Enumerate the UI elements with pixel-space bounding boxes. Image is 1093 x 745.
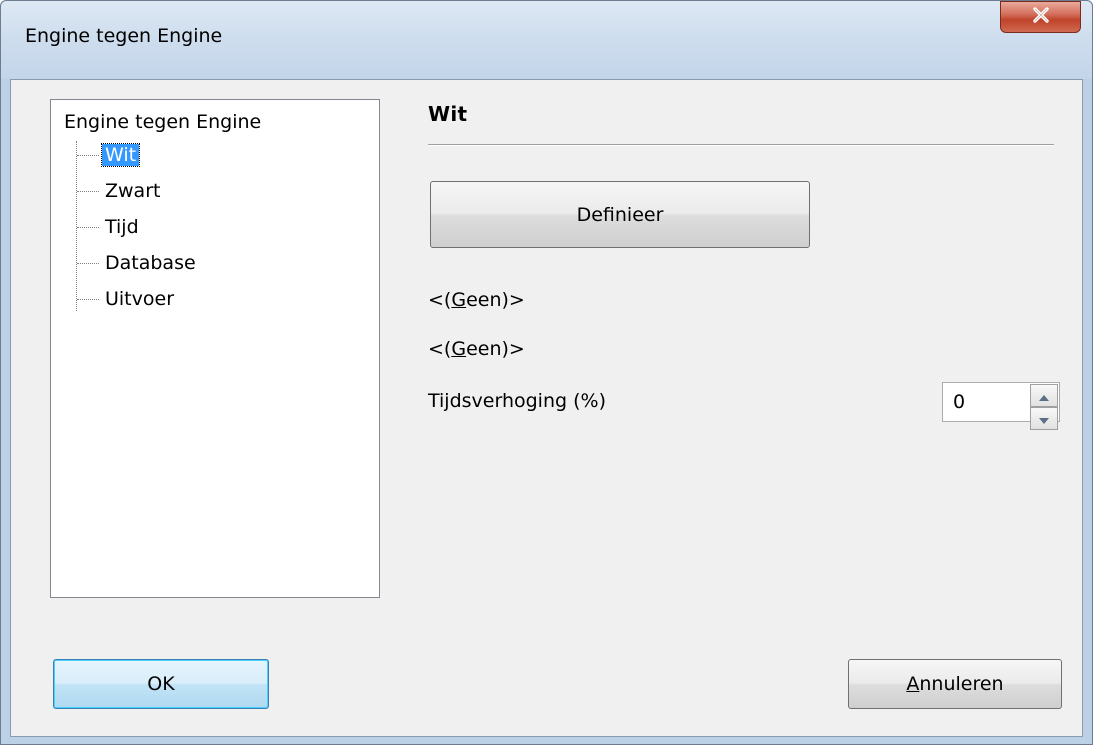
tree-item-tijd[interactable]: Tijd <box>102 213 142 241</box>
tree-connector <box>77 263 99 264</box>
tree-item-label: Tijd <box>105 216 139 238</box>
cancel-button[interactable]: Annuleren <box>848 659 1062 709</box>
tree-connector <box>76 141 77 311</box>
engine-book-label: <(Geen)> <box>428 338 525 360</box>
cancel-button-label: Annuleren <box>906 673 1003 695</box>
tree-item-database[interactable]: Database <box>102 249 199 277</box>
tree-item-wit[interactable]: Wit <box>100 141 141 169</box>
dialog-client-area: Engine tegen Engine Wit Zwart Tijd Datab… <box>10 79 1083 737</box>
arrow-up-icon <box>1039 385 1049 406</box>
tree-connector <box>77 227 99 228</box>
spinner-buttons <box>1030 384 1058 430</box>
tree-item-uitvoer[interactable]: Uitvoer <box>102 285 177 313</box>
tree-item-label: Uitvoer <box>105 288 175 310</box>
time-increase-input[interactable]: 0 <box>953 391 965 413</box>
ok-button[interactable]: OK <box>53 659 269 709</box>
close-button[interactable] <box>1000 1 1081 33</box>
label-rest: een)> <box>466 289 525 311</box>
arrow-down-icon <box>1039 408 1049 429</box>
tree-item-label: Wit <box>100 143 141 167</box>
label-mnemonic: G <box>451 289 467 311</box>
section-divider <box>428 144 1054 146</box>
define-button-label: Definieer <box>576 203 664 226</box>
label-prefix: <( <box>428 338 452 360</box>
tree-item-label: Zwart <box>105 180 161 202</box>
section-title: Wit <box>428 102 468 126</box>
tree-connector <box>77 155 99 156</box>
title-bar[interactable]: Engine tegen Engine <box>1 1 1092 79</box>
label-rest: een)> <box>466 338 525 360</box>
label-mnemonic: G <box>451 338 467 360</box>
spin-up-button[interactable] <box>1030 384 1058 407</box>
tree-item-zwart[interactable]: Zwart <box>102 177 163 205</box>
tree-root[interactable]: Engine tegen Engine <box>64 111 261 133</box>
tree-connector <box>77 191 99 192</box>
settings-tree[interactable]: Engine tegen Engine Wit Zwart Tijd Datab… <box>50 99 380 598</box>
cancel-rest: nnuleren <box>919 673 1004 695</box>
close-icon <box>1032 6 1050 28</box>
window-title: Engine tegen Engine <box>25 25 223 47</box>
spin-down-button[interactable] <box>1030 407 1058 430</box>
time-increase-spinner[interactable]: 0 <box>942 382 1060 430</box>
time-increase-label: Tijdsverhoging (%) <box>428 390 606 412</box>
cancel-mnemonic: A <box>906 673 920 695</box>
engine-name-label: <(Geen)> <box>428 289 525 311</box>
dialog-window: Engine tegen Engine Engine tegen Engine … <box>0 0 1093 745</box>
define-button[interactable]: Definieer <box>430 181 810 248</box>
label-prefix: <( <box>428 289 452 311</box>
tree-item-label: Database <box>105 252 196 274</box>
tree-connector <box>77 299 99 300</box>
ok-button-label: OK <box>147 673 175 695</box>
